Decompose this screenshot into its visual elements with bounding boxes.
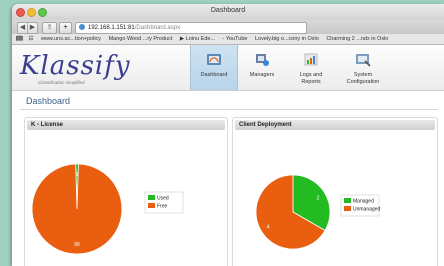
bookmark-item[interactable]: www.uns.ac...tion+policy — [41, 34, 101, 44]
nav-dashboard-label: Dashboard — [200, 72, 228, 78]
divider — [20, 109, 438, 110]
deployment-pie-chart: 2 4 Managed Unmanaged — [255, 174, 380, 250]
config-icon — [356, 54, 371, 67]
forward-button[interactable]: ▶ — [27, 22, 38, 34]
dashboard-icon — [207, 54, 221, 65]
logs-icon — [304, 53, 318, 66]
add-bookmark-button[interactable]: + — [59, 22, 72, 34]
bookmarks-bar: 📖︎ ☷ www.uns.ac...tion+policy Mango Wood… — [12, 34, 444, 45]
url-path: /Dashboard.aspx — [134, 25, 181, 31]
nav-managers[interactable]: Managers — [242, 45, 282, 90]
bookmark-item[interactable]: ▶ Loinu Ede... — [180, 34, 215, 44]
share-button[interactable]: ⇪ — [42, 22, 57, 34]
klassify-logo[interactable]: Klassify Classification simplified — [18, 51, 131, 87]
license-panel: K - License 1 99 Used Free — [24, 117, 228, 266]
legend-swatch — [148, 203, 155, 208]
pie-data-label: 99 — [74, 242, 80, 248]
legend-swatch — [344, 206, 351, 211]
pie-data-label: 4 — [267, 224, 270, 230]
managers-icon — [256, 54, 269, 66]
globe-icon — [79, 24, 85, 31]
logo-tagline: Classification simplified — [38, 80, 85, 85]
legend-swatch — [344, 198, 351, 203]
nav-dashboard[interactable]: Dashboard — [190, 45, 238, 90]
bookmark-item[interactable]: Charming 2 ...ndx in Oxlo — [326, 34, 388, 44]
page-title: Dashboard — [26, 96, 71, 106]
legend-label: Managed — [353, 199, 374, 205]
bookmark-item[interactable]: Lovely.big o...cony in Oxlo — [255, 34, 319, 44]
license-panel-title: K - License — [27, 120, 225, 130]
browser-toolbar: ◀ ▶ ⇪ + 192.168.1.151:81/Dashboard.aspx — [12, 20, 444, 34]
legend-label: Free — [157, 204, 168, 210]
legend-swatch — [148, 195, 155, 200]
book-icon[interactable]: 📖︎ — [16, 34, 23, 44]
browser-window: Dashboard ◀ ▶ ⇪ + 192.168.1.151:81/Dashb… — [12, 4, 444, 266]
bookmark-item[interactable]: - YouTube — [223, 34, 248, 44]
window-title: Dashboard — [210, 7, 246, 14]
logo-text: Klassify — [20, 51, 131, 81]
title-bar: Dashboard — [12, 4, 444, 20]
nav-logs[interactable]: Logs and Reports — [290, 45, 332, 90]
deployment-panel-title: Client Deployment — [235, 120, 435, 130]
license-pie-chart: 199UsedFree — [31, 163, 184, 255]
nav-config-label: System Configuration — [346, 72, 380, 85]
nav-logs-label: Logs and Reports — [299, 72, 323, 85]
grid-icon[interactable]: ☷ — [29, 34, 34, 44]
legend-label: Used — [157, 196, 169, 202]
legend-label: Unmanaged — [353, 207, 380, 213]
url-host: 192.168.1.151:81 — [88, 25, 135, 31]
app-header: Klassify Classification simplified Dashb… — [12, 45, 444, 91]
pie-data-label: 2 — [317, 196, 320, 202]
bookmark-item[interactable]: Mango Wood ...ry Product — [109, 34, 173, 44]
nav-system-configuration[interactable]: System Configuration — [337, 45, 389, 90]
address-bar[interactable]: 192.168.1.151:81/Dashboard.aspx — [75, 22, 307, 34]
nav-managers-label: Managers — [249, 72, 275, 78]
deployment-panel: Client Deployment 2 4 Managed Unmanaged — [232, 117, 438, 266]
